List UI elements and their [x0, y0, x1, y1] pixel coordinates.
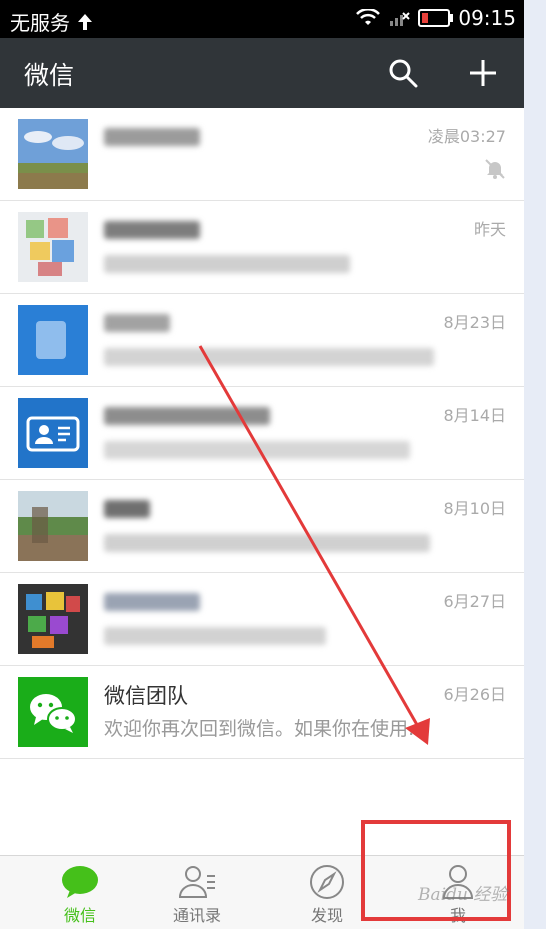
- chat-time: 8月10日: [443, 499, 506, 518]
- chat-preview-redacted: [104, 348, 434, 366]
- contacts-icon: [178, 866, 215, 898]
- chat-preview-redacted: [104, 441, 410, 459]
- chat-row[interactable]: 8月14日: [0, 387, 524, 480]
- page-title: 微信: [24, 61, 75, 90]
- clock: 09:15: [458, 6, 516, 30]
- tab-label: 微信: [63, 906, 96, 925]
- chat-preview-redacted: [104, 255, 350, 273]
- chat-name-redacted: [104, 500, 150, 518]
- tab-contacts[interactable]: 通讯录: [142, 864, 252, 926]
- upload-arrow-icon: [78, 13, 92, 30]
- chat-row[interactable]: 8月10日: [0, 480, 524, 573]
- avatar: [18, 119, 88, 189]
- chat-row[interactable]: 昨天: [0, 201, 524, 294]
- chat-name: 微信团队: [104, 684, 188, 708]
- chat-time: 8月14日: [443, 406, 506, 425]
- avatar: [18, 305, 88, 375]
- chat-name-redacted: [104, 221, 200, 239]
- avatar: [18, 677, 88, 747]
- chat-preview: 欢迎你再次回到微信。如果你在使用…: [104, 718, 428, 740]
- wifi-icon: [356, 9, 381, 25]
- chat-row[interactable]: 6月27日: [0, 573, 524, 666]
- battery-icon: [418, 9, 454, 27]
- page-background: [524, 0, 546, 929]
- chat-row[interactable]: 凌晨03:27: [0, 108, 524, 201]
- chat-time: 6月27日: [443, 592, 506, 611]
- mute-bell-icon: [485, 159, 505, 179]
- chat-row[interactable]: 8月23日: [0, 294, 524, 387]
- tab-chats[interactable]: 微信: [25, 864, 135, 926]
- chat-preview-redacted: [104, 534, 430, 552]
- chat-name-redacted: [104, 314, 170, 332]
- chat-time: 昨天: [473, 220, 506, 239]
- compass-icon: [310, 865, 344, 899]
- avatar: [18, 584, 88, 654]
- status-bar: 无服务 09:15: [0, 0, 524, 38]
- avatar: [18, 491, 88, 561]
- carrier-label: 无服务: [10, 11, 70, 35]
- chat-bubble-icon: [62, 866, 98, 898]
- tab-label: 通讯录: [172, 906, 221, 925]
- chat-time: 凌晨03:27: [427, 127, 506, 146]
- avatar: [18, 398, 88, 468]
- watermark: Baidu 经验: [418, 885, 508, 905]
- annotation-highlight-box: [361, 820, 511, 921]
- chat-time: 6月26日: [443, 685, 506, 704]
- signal-icon: [390, 12, 411, 26]
- plus-icon[interactable]: [468, 58, 498, 88]
- search-icon[interactable]: [388, 58, 418, 88]
- avatar: [18, 212, 88, 282]
- chat-name-redacted: [104, 128, 200, 146]
- chat-time: 8月23日: [443, 313, 506, 332]
- chat-row[interactable]: 微信团队 欢迎你再次回到微信。如果你在使用… 6月26日: [0, 666, 524, 759]
- chat-preview-redacted: [104, 627, 326, 645]
- phone-screen: 无服务 09:15 微信 凌晨03:27 昨天 8月23日 8月14日 8月10…: [0, 0, 524, 929]
- chat-name-redacted: [104, 407, 270, 425]
- chat-list: 凌晨03:27 昨天 8月23日 8月14日 8月10日 6月27日 微信团队 …: [0, 108, 524, 759]
- title-bar: 微信: [0, 38, 524, 108]
- chat-name-redacted: [104, 593, 200, 611]
